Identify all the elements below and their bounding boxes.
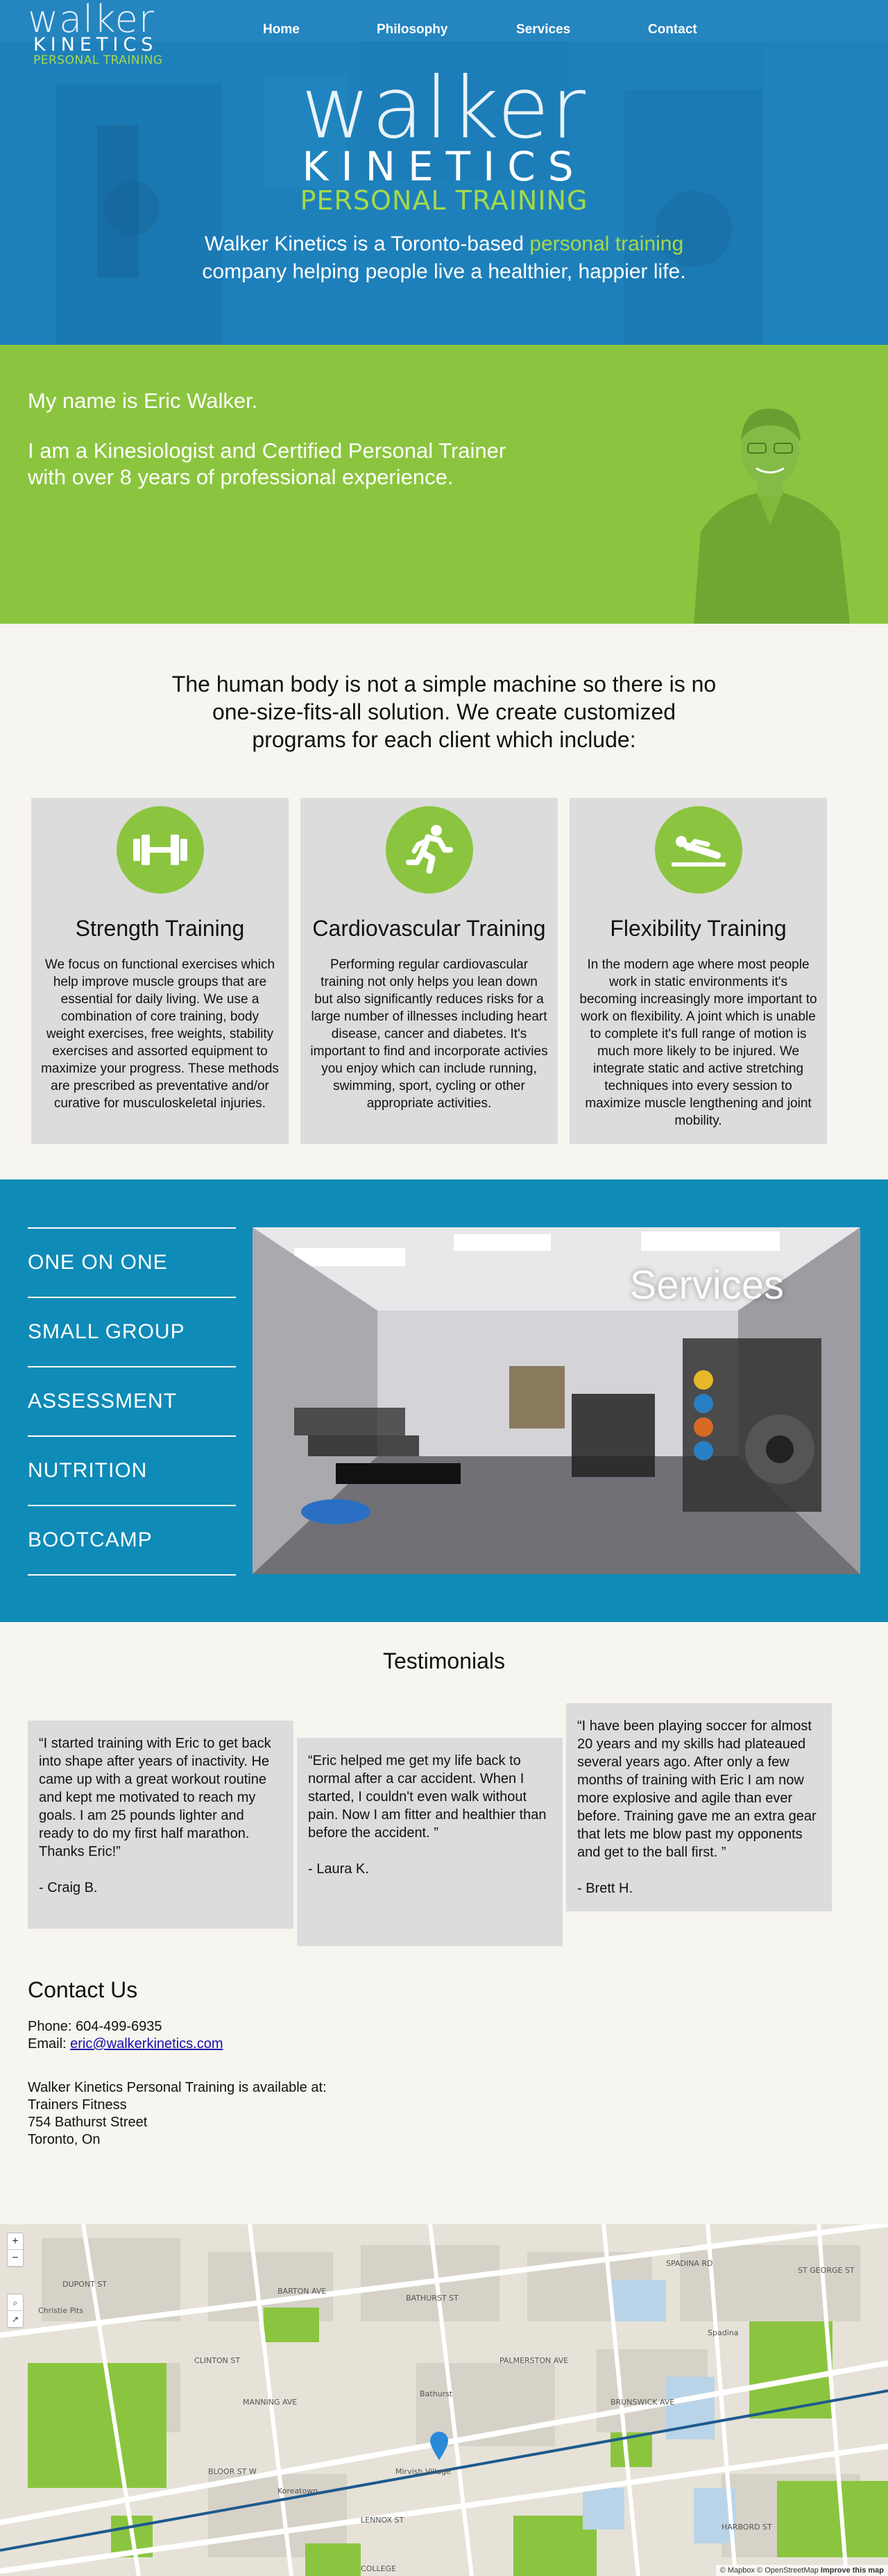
eric-portrait-image [694,408,850,624]
about-credentials: I am a Kinesiologist and Certified Perso… [28,438,506,463]
card-text: We focus on functional exercises which h… [41,957,279,1111]
program-card-cardio: Cardiovascular Training Performing regul… [300,798,558,1144]
map-zoom-controls: + − [7,2233,24,2267]
tagline-line2: company helping people live a healthier,… [202,260,686,283]
map-tiles: BLOOR ST W Koreatown Mirvish Village Chr… [0,2224,888,2576]
map-label-christie: Christie Pits [38,2306,83,2315]
card-title: Flexibility Training [610,916,787,941]
map-extra-controls: ⌕ ↗ [7,2294,24,2328]
map-attribution: © Mapbox © OpenStreetMap Improve this ma… [715,2565,888,2576]
map-label-spadina-rd: SPADINA RD [666,2259,713,2268]
nav-contact[interactable]: Contact [648,22,697,37]
testimonial-author: - Laura K. [308,1861,369,1877]
email-link[interactable]: eric@walkerkinetics.com [70,2036,223,2052]
nav-services[interactable]: Services [516,22,570,37]
about-name: My name is Eric Walker. [28,389,258,413]
intro-line-3: programs for each client which include: [252,727,636,752]
logo-large: walker KINETICS PERSONAL TRAINING [0,59,888,216]
card-text: In the modern age where most people work… [579,957,817,1128]
tagline-text: Walker Kinetics is a Toronto-based [204,232,530,255]
map-share-icon[interactable]: ↗ [8,2311,23,2328]
testimonial-quote: “Eric helped me get my life back to norm… [308,1753,547,1841]
availability-text: Walker Kinetics Personal Training is ava… [28,2080,327,2095]
map-label-palmerston: PALMERSTON AVE [500,2356,568,2365]
venue-city: Toronto, On [28,2132,101,2147]
about-section: My name is Eric Walker. I am a Kinesiolo… [0,345,888,624]
testimonial-quote: “I started training with Eric to get bac… [39,1736,271,1859]
service-bootcamp[interactable]: BOOTCAMP [28,1505,236,1574]
map-label-dupont: DUPONT ST [62,2280,107,2289]
map-label-bloor: BLOOR ST W [208,2467,257,2476]
about-experience: with over 8 years of professional experi… [28,465,454,489]
card-title: Cardiovascular Training [312,916,546,941]
divider [28,1574,236,1576]
testimonial-card: “I have been playing soccer for almost 2… [566,1703,832,1911]
service-nutrition[interactable]: NUTRITION [28,1435,236,1505]
intro-line-2: one-size-fits-all solution. We create cu… [212,699,676,724]
improve-map-link[interactable]: Improve this map [821,2566,884,2575]
services-title: Services [629,1263,784,1308]
nav-home[interactable]: Home [263,22,300,37]
map-label-bathurst: Bathurst [420,2389,453,2398]
email-label: Email: [28,2036,71,2052]
program-card-flexibility: Flexibility Training In the modern age w… [570,798,827,1144]
map-label-clinton: CLINTON ST [194,2356,240,2365]
map-label-manning: MANNING AVE [243,2398,297,2407]
map-label-harbord: HARBORD ST [722,2523,772,2532]
map-attribution-text: © Mapbox © OpenStreetMap [719,2566,819,2575]
map-label-barton: BARTON AVE [278,2287,326,2296]
logo-large-kinetics: KINETICS [302,143,586,190]
map-label-st-george: ST GEORGE ST [798,2266,855,2275]
programs-intro: The human body is not a simple machine s… [0,670,888,753]
contact-section: Contact Us Phone: 604-499-6935 Email: er… [28,1977,583,2149]
map-label-lennox: LENNOX ST [361,2516,404,2525]
stretching-icon [654,806,742,894]
program-card-strength: Strength Training We focus on functional… [31,798,289,1144]
tagline-highlight: personal training [529,232,684,255]
map-label-mirvish: Mirvish Village [395,2467,451,2476]
dumbbell-icon [116,806,204,894]
venue-name: Trainers Fitness [28,2097,127,2113]
testimonial-author: - Brett H. [577,1881,633,1896]
testimonial-card: “I started training with Eric to get bac… [28,1721,293,1929]
testimonials-heading: Testimonials [382,1648,506,1673]
intro-line-1: The human body is not a simple machine s… [171,672,717,697]
hero-tagline: Walker Kinetics is a Toronto-based perso… [0,230,888,286]
gym-photo: Services [253,1227,860,1574]
contact-phone: Phone: 604-499-6935 [28,2019,162,2034]
nav-philosophy[interactable]: Philosophy [377,22,447,37]
hero-section: walker KINETICS PERSONAL TRAINING Home P… [0,0,888,345]
zoom-out-button[interactable]: − [8,2250,23,2267]
running-icon [385,806,473,894]
card-text: Performing regular cardiovascular traini… [310,957,548,1111]
services-section: ONE ON ONE SMALL GROUP ASSESSMENT NUTRIT… [0,1179,888,1622]
services-list: ONE ON ONE SMALL GROUP ASSESSMENT NUTRIT… [28,1227,236,1576]
testimonial-quote: “I have been playing soccer for almost 2… [577,1718,817,1860]
testimonial-author: - Craig B. [39,1880,98,1895]
card-title: Strength Training [75,916,245,941]
testimonial-card: “Eric helped me get my life back to norm… [297,1738,563,1946]
venue-street: 754 Bathurst Street [28,2115,148,2130]
logo-large-word: walker [301,59,587,157]
map-label-brunswick: BRUNSWICK AVE [610,2398,674,2407]
map-label-college: COLLEGE [361,2564,396,2573]
location-map[interactable]: BLOOR ST W Koreatown Mirvish Village Chr… [0,2224,888,2576]
map-label-spadina: Spadina [708,2328,738,2337]
logo-sub: PERSONAL TRAINING [33,53,163,67]
contact-heading: Contact Us [28,1977,138,2002]
map-search-icon[interactable]: ⌕ [8,2294,23,2311]
map-label-koreatown: Koreatown [278,2487,318,2496]
contact-email-row: Email: eric@walkerkinetics.com [28,2036,583,2053]
service-assessment[interactable]: ASSESSMENT [28,1366,236,1435]
map-label-bathurst-st: BATHURST ST [406,2294,459,2303]
zoom-in-button[interactable]: + [8,2233,23,2250]
service-small-group[interactable]: SMALL GROUP [28,1297,236,1366]
main-nav: Home Philosophy Services Contact [0,22,888,43]
service-one-on-one[interactable]: ONE ON ONE [28,1227,236,1297]
logo-large-sub: PERSONAL TRAINING [300,185,588,216]
